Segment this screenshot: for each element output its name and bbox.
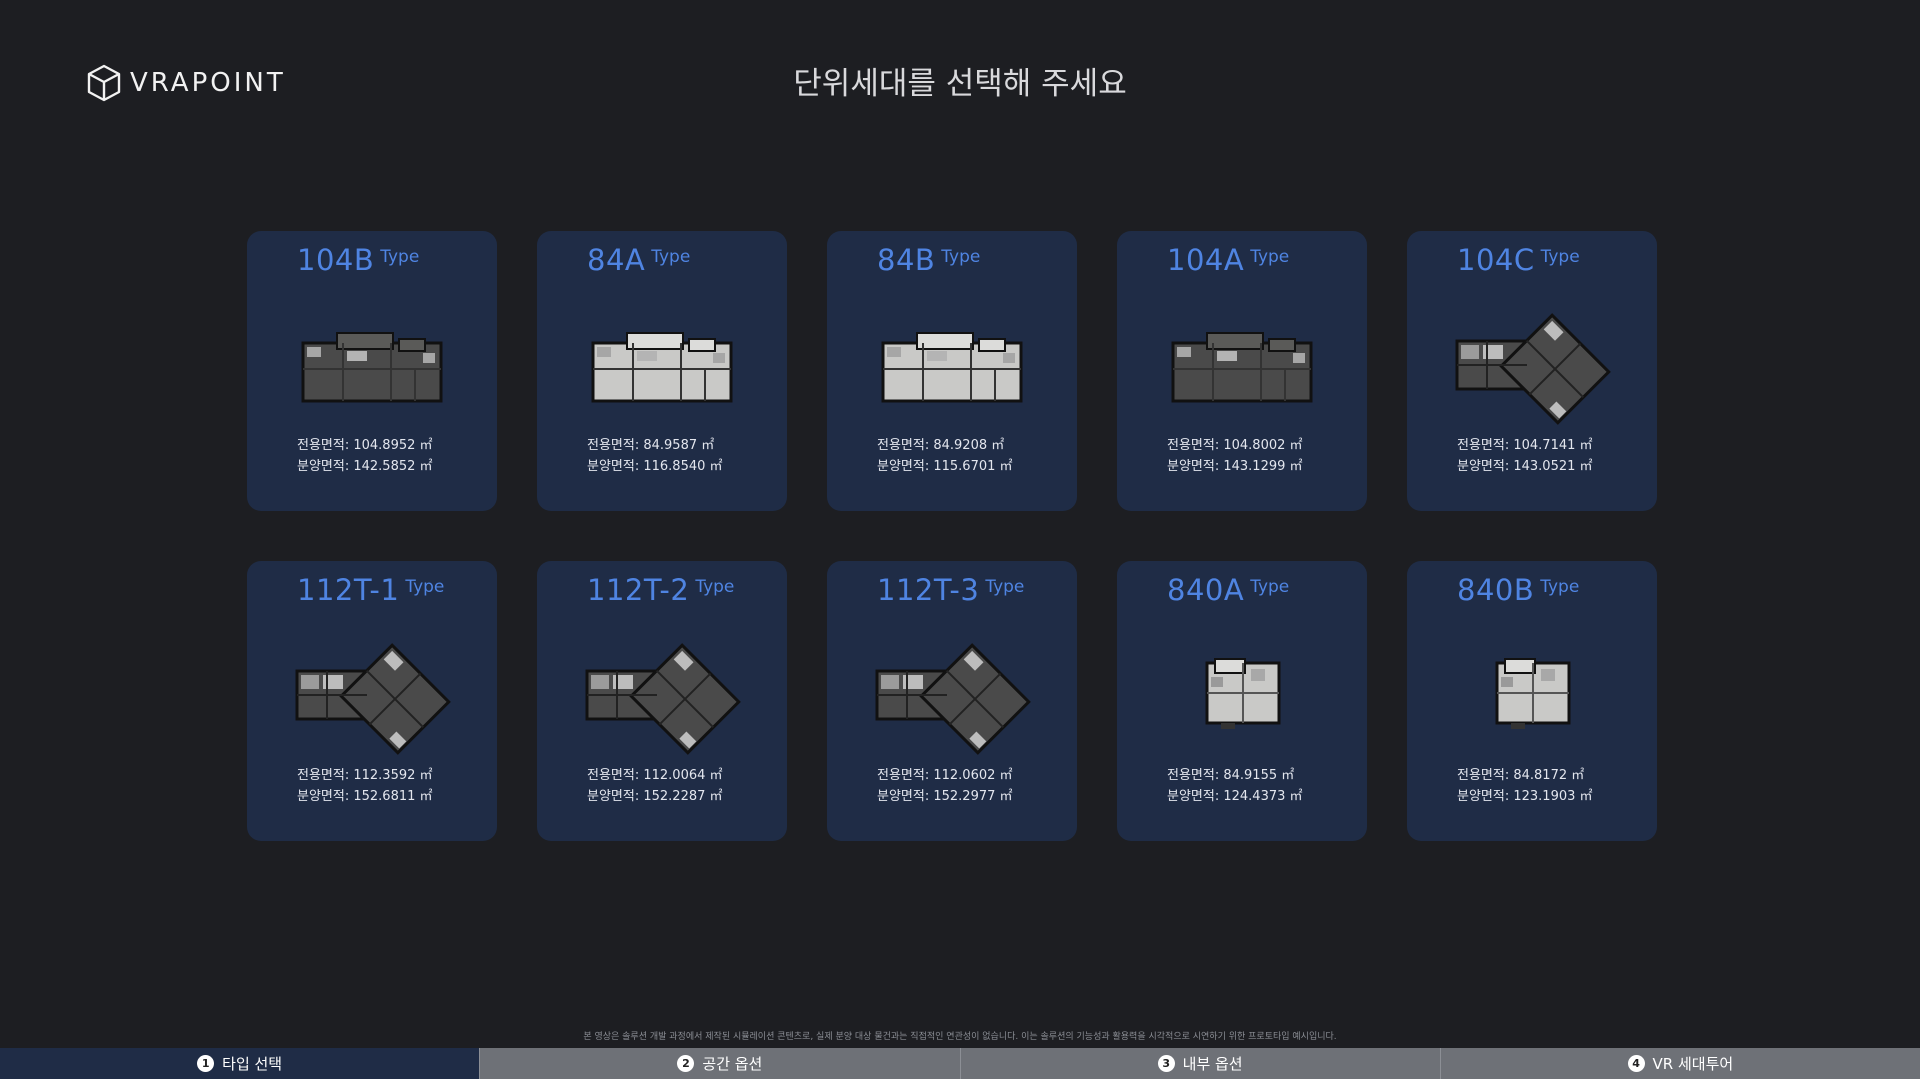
page: VRAPOINT 단위세대를 선택해 주세요 104B Type 전용면적: 1… xyxy=(0,0,1920,1079)
area-info: 전용면적: 84.9587 ㎡ 분양면적: 116.8540 ㎡ xyxy=(587,435,723,477)
step-tab-label: 내부 옵션 xyxy=(1182,1055,1243,1073)
unit-type-name: 104B xyxy=(297,243,375,277)
step-number-badge: 2 xyxy=(677,1055,695,1072)
unit-type-card-840b[interactable]: 840B Type 전용면적: 84.8172 ㎡ 분양면적: 123.1903… xyxy=(1407,561,1657,841)
exclusive-area-text: 전용면적: 112.0064 ㎡ xyxy=(587,768,723,783)
unit-type-card-112t-1[interactable]: 112T-1 Type 전용면적: 112.3592 ㎡ 분양면적: 152.6… xyxy=(247,561,497,841)
step-number-badge: 4 xyxy=(1627,1055,1645,1072)
type-label: Type xyxy=(1540,577,1580,597)
unit-type-name: 84A xyxy=(587,243,646,277)
unit-type-grid: 104B Type 전용면적: 104.8952 ㎡ 분양면적: 142.585… xyxy=(247,231,1657,841)
unit-type-card-104b[interactable]: 104B Type 전용면적: 104.8952 ㎡ 분양면적: 142.585… xyxy=(247,231,497,511)
type-label: Type xyxy=(1250,247,1290,267)
type-label: Type xyxy=(1540,247,1580,267)
step-tab-label: VR 세대투어 xyxy=(1652,1055,1734,1073)
card-title: 104A Type xyxy=(1167,243,1289,277)
page-title: 단위세대를 선택해 주세요 xyxy=(793,66,1127,102)
exclusive-area-text: 전용면적: 112.3592 ㎡ xyxy=(297,768,433,783)
step-tab-label: 타입 선택 xyxy=(222,1055,283,1073)
card-title: 112T-2 Type xyxy=(587,573,734,607)
unit-type-card-112t-2[interactable]: 112T-2 Type 전용면적: 112.0064 ㎡ 분양면적: 152.2… xyxy=(537,561,787,841)
type-label: Type xyxy=(651,247,691,267)
area-info: 전용면적: 104.8952 ㎡ 분양면적: 142.5852 ㎡ xyxy=(297,435,433,477)
floor-plan-image xyxy=(1157,303,1327,433)
exclusive-area-text: 전용면적: 104.8952 ㎡ xyxy=(297,438,433,453)
unit-type-name: 104A xyxy=(1167,243,1245,277)
area-info: 전용면적: 112.0602 ㎡ 분양면적: 152.2977 ㎡ xyxy=(877,765,1013,807)
unit-type-card-84a[interactable]: 84A Type 전용면적: 84.9587 ㎡ 분양면적: 116.8540 … xyxy=(537,231,787,511)
unit-type-name: 840B xyxy=(1457,573,1535,607)
exclusive-area-text: 전용면적: 112.0602 ㎡ xyxy=(877,768,1013,783)
supply-area-text: 분양면적: 143.1299 ㎡ xyxy=(1167,459,1303,474)
supply-area-text: 분양면적: 142.5852 ㎡ xyxy=(297,459,433,474)
unit-type-name: 104C xyxy=(1457,243,1535,277)
exclusive-area-text: 전용면적: 84.8172 ㎡ xyxy=(1457,768,1585,783)
unit-type-card-840a[interactable]: 840A Type 전용면적: 84.9155 ㎡ 분양면적: 124.4373… xyxy=(1117,561,1367,841)
area-info: 전용면적: 104.7141 ㎡ 분양면적: 143.0521 ㎡ xyxy=(1457,435,1593,477)
area-info: 전용면적: 112.3592 ㎡ 분양면적: 152.6811 ㎡ xyxy=(297,765,433,807)
floor-plan-image xyxy=(577,303,747,433)
area-info: 전용면적: 112.0064 ㎡ 분양면적: 152.2287 ㎡ xyxy=(587,765,723,807)
type-label: Type xyxy=(941,247,981,267)
type-label: Type xyxy=(695,577,735,597)
card-title: 84B Type xyxy=(877,243,980,277)
exclusive-area-text: 전용면적: 84.9155 ㎡ xyxy=(1167,768,1295,783)
unit-type-card-104c[interactable]: 104C Type 전용면적: 104.7141 ㎡ 분양면적: 143.052… xyxy=(1407,231,1657,511)
unit-type-name: 112T-2 xyxy=(587,573,690,607)
card-title: 840B Type xyxy=(1457,573,1579,607)
exclusive-area-text: 전용면적: 84.9208 ㎡ xyxy=(877,438,1005,453)
floor-plan-image xyxy=(1447,303,1617,433)
supply-area-text: 분양면적: 152.2977 ㎡ xyxy=(877,789,1013,804)
exclusive-area-text: 전용면적: 104.8002 ㎡ xyxy=(1167,438,1303,453)
floor-plan-image xyxy=(867,633,1037,763)
floor-plan-image xyxy=(287,633,457,763)
card-title: 112T-3 Type xyxy=(877,573,1024,607)
area-info: 전용면적: 104.8002 ㎡ 분양면적: 143.1299 ㎡ xyxy=(1167,435,1303,477)
supply-area-text: 분양면적: 124.4373 ㎡ xyxy=(1167,789,1303,804)
type-label: Type xyxy=(405,577,445,597)
card-title: 104C Type xyxy=(1457,243,1580,277)
step-number-badge: 1 xyxy=(197,1055,215,1072)
step-tab-2[interactable]: 2 공간 옵션 xyxy=(479,1048,960,1079)
supply-area-text: 분양면적: 143.0521 ㎡ xyxy=(1457,459,1593,474)
step-tab-label: 공간 옵션 xyxy=(702,1055,763,1073)
floor-plan-image xyxy=(1447,633,1617,763)
step-tab-4[interactable]: 4 VR 세대투어 xyxy=(1439,1048,1920,1079)
unit-type-name: 840A xyxy=(1167,573,1245,607)
exclusive-area-text: 전용면적: 84.9587 ㎡ xyxy=(587,438,715,453)
floor-plan-image xyxy=(287,303,457,433)
step-tab-3[interactable]: 3 내부 옵션 xyxy=(959,1048,1440,1079)
card-title: 104B Type xyxy=(297,243,419,277)
card-title: 840A Type xyxy=(1167,573,1289,607)
step-tab-bar: 1 타입 선택 2 공간 옵션 3 내부 옵션 4 VR 세대투어 xyxy=(0,1048,1920,1079)
disclaimer-text: 본 영상은 솔루션 개발 과정에서 제작된 시뮬레이션 콘텐츠로, 실제 분양 … xyxy=(583,1032,1337,1042)
unit-type-card-112t-3[interactable]: 112T-3 Type 전용면적: 112.0602 ㎡ 분양면적: 152.2… xyxy=(827,561,1077,841)
supply-area-text: 분양면적: 116.8540 ㎡ xyxy=(587,459,723,474)
floor-plan-image xyxy=(867,303,1037,433)
supply-area-text: 분양면적: 115.6701 ㎡ xyxy=(877,459,1013,474)
area-info: 전용면적: 84.9155 ㎡ 분양면적: 124.4373 ㎡ xyxy=(1167,765,1303,807)
step-tab-1[interactable]: 1 타입 선택 xyxy=(0,1048,480,1079)
area-info: 전용면적: 84.8172 ㎡ 분양면적: 123.1903 ㎡ xyxy=(1457,765,1593,807)
step-number-badge: 3 xyxy=(1157,1055,1175,1072)
unit-type-name: 84B xyxy=(877,243,936,277)
type-label: Type xyxy=(1250,577,1290,597)
area-info: 전용면적: 84.9208 ㎡ 분양면적: 115.6701 ㎡ xyxy=(877,435,1013,477)
unit-type-name: 112T-3 xyxy=(877,573,980,607)
floor-plan-image xyxy=(1157,633,1327,763)
type-label: Type xyxy=(985,577,1025,597)
card-title: 84A Type xyxy=(587,243,690,277)
unit-type-card-84b[interactable]: 84B Type 전용면적: 84.9208 ㎡ 분양면적: 115.6701 … xyxy=(827,231,1077,511)
supply-area-text: 분양면적: 152.6811 ㎡ xyxy=(297,789,433,804)
type-label: Type xyxy=(380,247,420,267)
unit-type-card-104a[interactable]: 104A Type 전용면적: 104.8002 ㎡ 분양면적: 143.129… xyxy=(1117,231,1367,511)
card-title: 112T-1 Type xyxy=(297,573,444,607)
floor-plan-image xyxy=(577,633,747,763)
unit-type-name: 112T-1 xyxy=(297,573,400,607)
supply-area-text: 분양면적: 152.2287 ㎡ xyxy=(587,789,723,804)
supply-area-text: 분양면적: 123.1903 ㎡ xyxy=(1457,789,1593,804)
exclusive-area-text: 전용면적: 104.7141 ㎡ xyxy=(1457,438,1593,453)
